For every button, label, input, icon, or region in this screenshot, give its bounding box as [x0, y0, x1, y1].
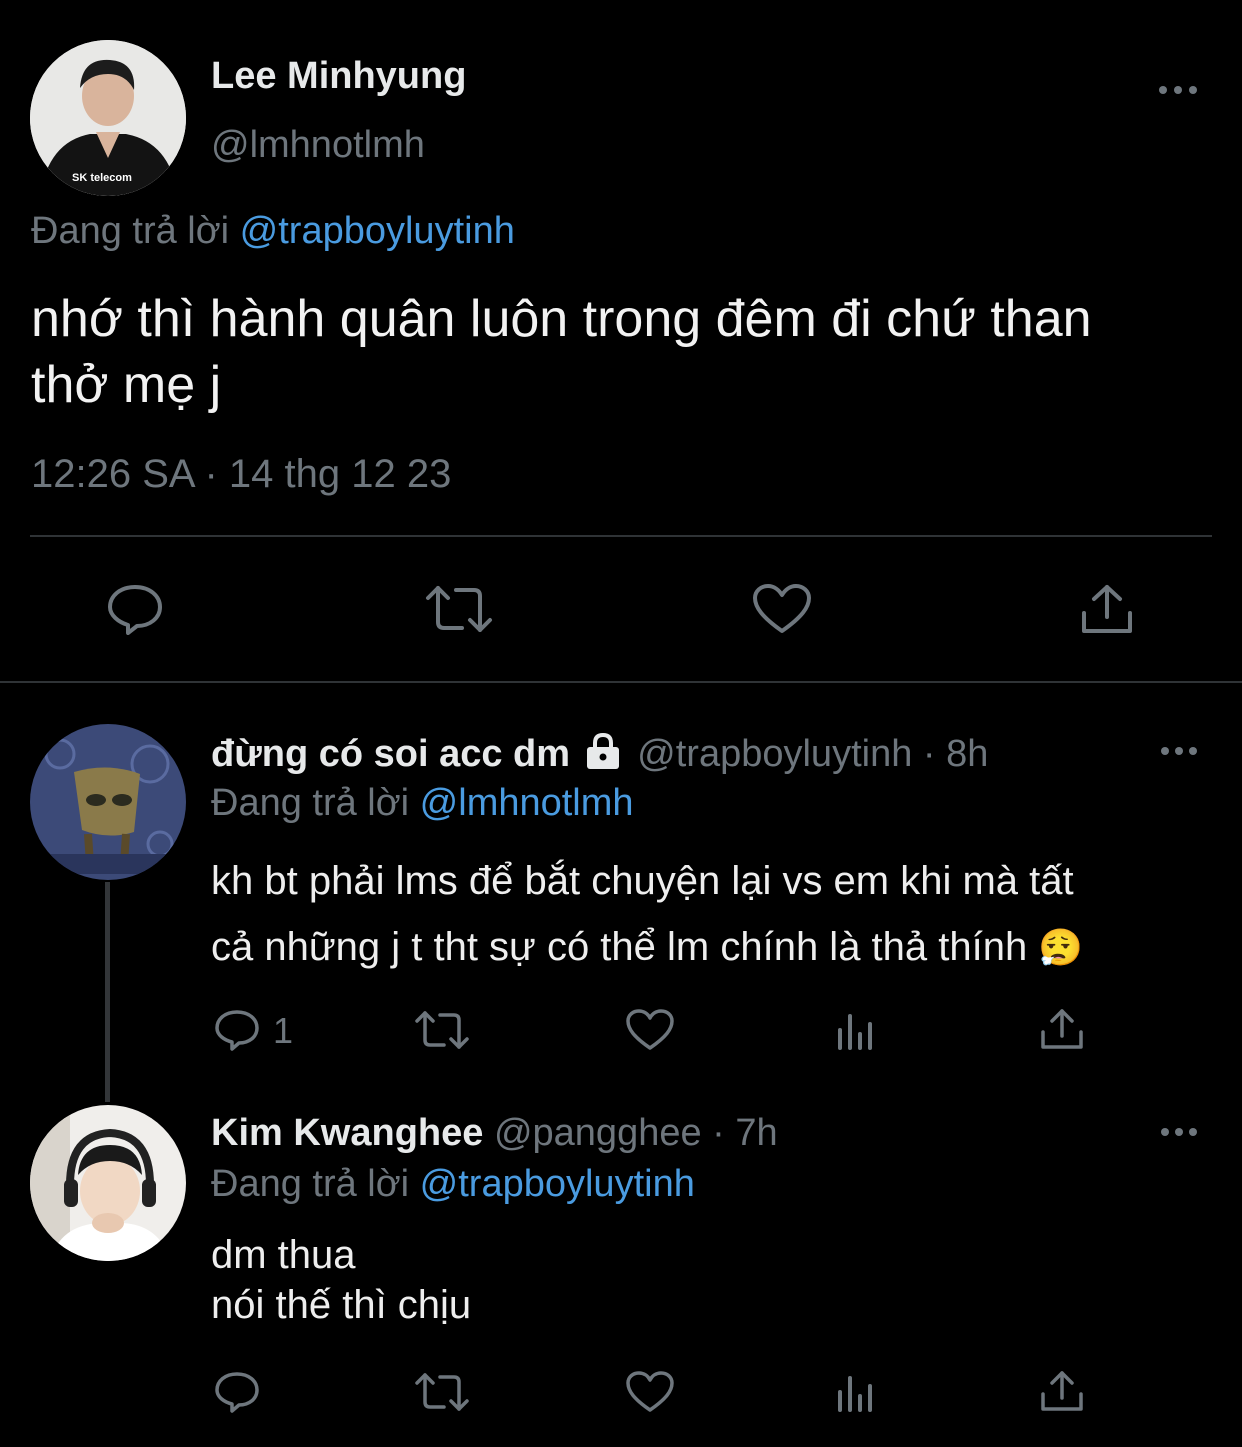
- thread-line: [105, 882, 110, 1102]
- main-tweet-text: nhớ thì hành quân luôn trong đêm đi chứ …: [31, 286, 1092, 418]
- like-icon[interactable]: [626, 1009, 674, 1051]
- reply2-text-line2: nói thế thì chịu: [211, 1283, 472, 1327]
- replying-prefix: Đang trả lời: [31, 210, 230, 252]
- replying-to-link[interactable]: @lmhnotlmh: [420, 782, 634, 824]
- retweet-icon[interactable]: [414, 1010, 470, 1050]
- more-icon[interactable]: [1158, 82, 1198, 98]
- reply1-replying-line: Đang trả lời @lmhnotlmh: [211, 782, 634, 825]
- avatar-badge-text: SK telecom: [72, 172, 132, 184]
- views-icon[interactable]: [836, 1374, 876, 1412]
- more-icon[interactable]: [1160, 744, 1198, 758]
- reply1-text-line1: kh bt phải lms để bắt chuyện lại vs em k…: [211, 859, 1074, 903]
- divider: [30, 535, 1212, 537]
- reply2-display-name[interactable]: Kim Kwanghee: [211, 1112, 483, 1154]
- reply2-replying-line: Đang trả lời @trapboyluytinh: [211, 1163, 695, 1206]
- reply1-text-line2: cả những j t tht sự có thể lm chính là t…: [211, 925, 1028, 969]
- main-timestamp[interactable]: 12:26 SA · 14 thg 12 23: [31, 452, 451, 497]
- more-icon[interactable]: [1160, 1125, 1198, 1139]
- like-icon[interactable]: [752, 583, 812, 635]
- reply1-text: kh bt phải lms để bắt chuyện lại vs em k…: [211, 848, 1083, 981]
- section-divider: [0, 681, 1242, 683]
- reply-icon[interactable]: [214, 1009, 260, 1051]
- main-replying-line: Đang trả lời @trapboyluytinh: [31, 210, 515, 253]
- reply2-text-line1: dm thua: [211, 1233, 356, 1277]
- main-avatar[interactable]: SK telecom: [30, 40, 186, 196]
- views-icon[interactable]: [836, 1012, 876, 1050]
- lock-icon: [583, 732, 623, 780]
- main-text-line1: nhớ thì hành quân luôn trong đêm đi chứ …: [31, 290, 1092, 348]
- retweet-icon[interactable]: [424, 584, 494, 634]
- main-text-line2: thở mẹ j: [31, 356, 222, 414]
- share-icon[interactable]: [1080, 583, 1134, 635]
- reply1-reply-count: 1: [273, 1010, 294, 1051]
- reply1-header: đừng có soi acc dm @trapboyluytinh · 8h: [211, 732, 988, 780]
- reply2-header: Kim Kwanghee @pangghee · 7h: [211, 1112, 778, 1155]
- like-icon[interactable]: [626, 1371, 674, 1413]
- reply1-handle-time[interactable]: @trapboyluytinh · 8h: [637, 733, 988, 775]
- replying-to-link[interactable]: @trapboyluytinh: [240, 210, 515, 252]
- exhale-emoji: 😮‍💨: [1038, 927, 1084, 968]
- replying-prefix: Đang trả lời: [211, 782, 410, 824]
- retweet-icon[interactable]: [414, 1372, 470, 1412]
- reply2-text: dm thua nói thế thì chịu: [211, 1230, 471, 1330]
- share-icon[interactable]: [1040, 1370, 1084, 1412]
- reply2-handle-time[interactable]: @pangghee · 7h: [494, 1112, 778, 1154]
- replying-to-link[interactable]: @trapboyluytinh: [420, 1163, 695, 1205]
- main-handle[interactable]: @lmhnotlmh: [211, 124, 425, 167]
- reply-icon[interactable]: [214, 1371, 260, 1413]
- main-display-name[interactable]: Lee Minhyung: [211, 55, 466, 98]
- reply1-display-name[interactable]: đừng có soi acc dm: [211, 733, 570, 775]
- reply1-avatar[interactable]: [30, 724, 186, 880]
- reply1-text-line2-wrap: cả những j t tht sự có thể lm chính là t…: [211, 914, 1083, 981]
- replying-prefix: Đang trả lời: [211, 1163, 410, 1205]
- reply2-avatar[interactable]: [30, 1105, 186, 1261]
- share-icon[interactable]: [1040, 1008, 1084, 1050]
- reply-icon[interactable]: [106, 583, 164, 635]
